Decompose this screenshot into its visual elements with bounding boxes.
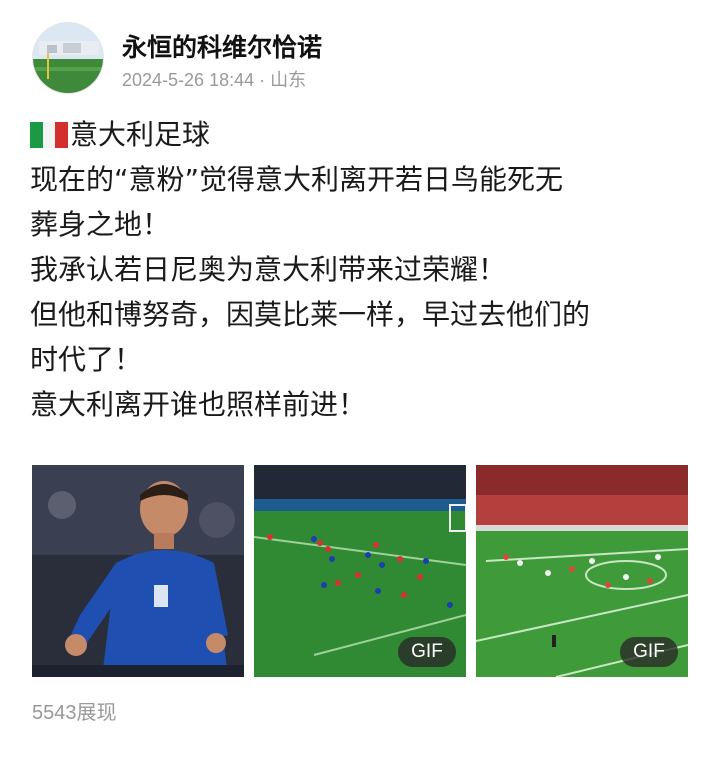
media-thumbnail-player[interactable] bbox=[32, 465, 244, 677]
meta-separator: · bbox=[259, 70, 266, 90]
weibo-post: 永恒的科维尔恰诺 2024-5-26 18:44 · 山东 意大利足球 现在的“… bbox=[0, 0, 720, 780]
media-gif-match-play[interactable]: GIF bbox=[476, 465, 688, 677]
topic-label[interactable]: 意大利足球 bbox=[70, 118, 210, 151]
post-meta: 2024-5-26 18:44 · 山东 bbox=[122, 66, 306, 92]
topic-line: 意大利足球 bbox=[30, 112, 690, 157]
post-text-line: 我承认若日尼奥为意大利带来过荣耀！ bbox=[30, 253, 507, 286]
media-gif-corner-kick[interactable]: GIF bbox=[254, 465, 466, 677]
post-text-line: 葬身之地！ bbox=[30, 208, 171, 241]
italy-flag-icon bbox=[30, 122, 68, 148]
gif-badge: GIF bbox=[398, 637, 456, 667]
post-header: 永恒的科维尔恰诺 2024-5-26 18:44 · 山东 bbox=[32, 20, 672, 96]
post-text-line: 现在的“意粉”觉得意大利离开若日鸟能死无 bbox=[30, 163, 564, 196]
post-timestamp: 2024-5-26 18:44 bbox=[122, 70, 255, 90]
post-text-line: 意大利离开谁也照样前进！ bbox=[30, 388, 367, 421]
post-location: 山东 bbox=[270, 70, 307, 90]
post-text-line: 但他和博努奇，因莫比莱一样，早过去他们的 bbox=[30, 298, 591, 331]
post-text-line: 时代了！ bbox=[30, 343, 143, 376]
author-name[interactable]: 永恒的科维尔恰诺 bbox=[122, 28, 322, 64]
gif-badge: GIF bbox=[620, 637, 678, 667]
media-grid: GIF GIF bbox=[32, 465, 688, 677]
post-content: 意大利足球 现在的“意粉”觉得意大利离开若日鸟能死无 葬身之地！ 我承认若日尼奥… bbox=[30, 112, 690, 427]
avatar[interactable] bbox=[32, 22, 104, 94]
view-count: 5543展现 bbox=[32, 702, 117, 724]
